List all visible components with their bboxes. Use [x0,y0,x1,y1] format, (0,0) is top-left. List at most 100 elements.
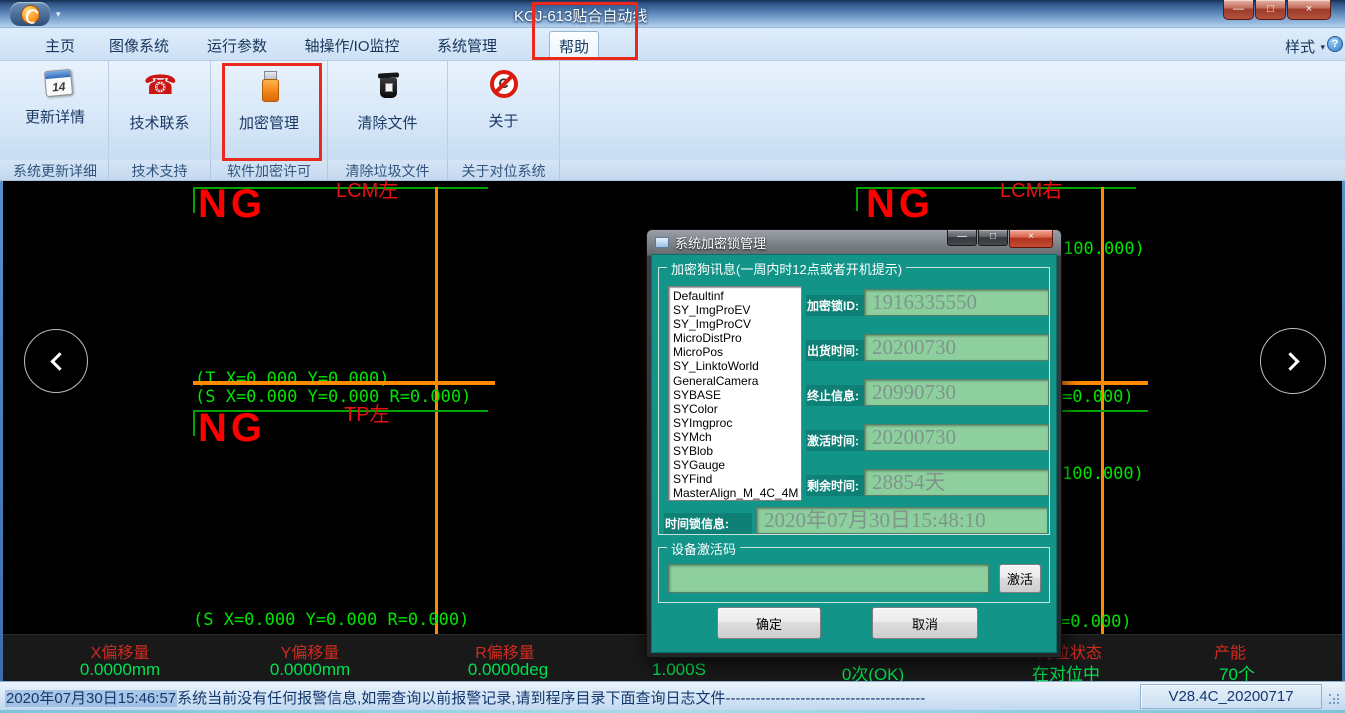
tab-run-params[interactable]: 运行参数 [194,31,280,60]
list-item[interactable]: MicroDistPro [673,331,801,345]
expire-info-label: 终止信息: [806,385,868,406]
cancel-button[interactable]: 取消 [872,607,978,639]
coords-readout: =0.000) [1062,388,1134,407]
roi-line [193,410,195,436]
module-listbox[interactable]: Defaultinf SY_ImgProEV SY_ImgProCV Micro… [668,286,802,501]
dialog-title: 系统加密锁管理 [675,233,766,252]
coords-readout: (S X=0.000 Y=0.000 R=0.000) [193,611,469,630]
result-ng-label: NG [198,184,266,224]
annotation-box-help-tab [532,2,638,60]
tech-contact-button[interactable]: ☎ 技术联系 [109,61,211,160]
camera-label: TP左 [344,405,390,425]
ribbon-button-label: 更新详情 [25,106,85,127]
activate-button[interactable]: 激活 [999,564,1041,593]
list-item[interactable]: SYImgproc [673,416,801,430]
remaining-time-label: 剩余时间: [806,475,868,496]
list-item[interactable]: MasterAlign_M_4C_4M [673,486,801,500]
window-left-border [0,181,3,681]
group-label: 技术支持 [109,160,211,181]
version-label: V28.4C_20200717 [1140,684,1322,709]
groupbox-label: 加密狗讯息(一周内时12点或者开机提示) [667,259,906,278]
ribbon-group-row: 系统更新详细 技术支持 软件加密许可 清除垃圾文件 关于对位系统 [0,160,1345,181]
tab-home[interactable]: 主页 [34,31,86,60]
list-item[interactable]: SY_LinktoWorld [673,359,801,373]
minimize-button[interactable]: — [1223,0,1254,20]
group-label: 清除垃圾文件 [328,160,448,181]
crosshair-horizontal [1059,381,1148,385]
list-item[interactable]: SYMch [673,430,801,444]
list-item[interactable]: SY_ImgProEV [673,303,801,317]
dialog-maximize-button[interactable]: □ [978,230,1008,246]
list-item[interactable]: SYFind [673,472,801,486]
status-dashes: ---------------------------------------- [725,690,925,707]
trash-icon [372,70,404,102]
list-item[interactable]: SYBASE [673,388,801,402]
lock-id-field: 1916335550 [864,289,1049,316]
camera-label: LCM右 [1000,181,1062,201]
list-item[interactable]: GeneralCamera [673,374,801,388]
alarm-status-message: 2020年07月30日15:46:57系统当前没有任何报警信息,如需查询以前报警… [5,687,925,708]
application-window: ▾ KCJ-613贴合自动线 — □ × 主页 图像系统 运行参数 轴操作/IO… [0,0,1345,713]
quick-access-caret-icon[interactable]: ▾ [56,9,61,20]
list-item[interactable]: SYGauge [673,458,801,472]
list-item[interactable]: MicroPos [673,345,801,359]
dialog-body: 加密狗讯息(一周内时12点或者开机提示) Defaultinf SY_ImgPr… [651,254,1057,653]
metric-value: 0.0000deg [468,660,548,680]
copyright-prohibited-icon: C [490,70,520,100]
list-item[interactable]: SYBlob [673,444,801,458]
result-ng-label: NG [198,408,266,448]
ribbon-button-label: 关于 [488,110,518,131]
metric-value: 1.000S [652,660,706,680]
metric-value: 0.0000mm [80,660,160,680]
time-lock-field: 2020年07月30日15:48:10 [756,507,1048,534]
maximize-button[interactable]: □ [1255,0,1286,20]
chevron-right-icon [1281,352,1299,370]
time-lock-label: 时间锁信息: [664,513,752,534]
list-item[interactable]: SY_ImgProCV [673,317,801,331]
expire-info-field: 20990730 [864,379,1049,406]
crosshair-horizontal [193,381,495,385]
status-bar: 2020年07月30日15:46:57系统当前没有任何报警信息,如需查询以前报警… [0,681,1345,710]
coords-readout: 100.000) [1063,240,1145,259]
app-menu-button[interactable] [10,2,50,26]
about-button[interactable]: C 关于 [448,61,560,160]
status-message-text: 系统当前没有任何报警信息,如需查询以前报警记录,请到程序目录下面查询日志文件 [177,690,725,707]
update-details-button[interactable]: 14 更新详情 [2,61,109,160]
style-menu[interactable]: 样式 [1285,36,1315,57]
coords-readout: (S X=0.000 Y=0.000 R=0.000) [195,388,471,407]
coords-readout: =0.000) [1060,613,1132,632]
camera-label: LCM左 [336,181,398,201]
activation-code-input[interactable] [668,564,989,593]
remaining-time-field: 28854天 [864,469,1049,496]
next-camera-button[interactable] [1260,328,1326,394]
roi-line [856,187,858,211]
title-bar: ▾ KCJ-613贴合自动线 — □ × [0,0,1345,28]
chevron-left-icon [50,352,68,370]
status-timestamp: 2020年07月30日15:46:57 [5,690,177,707]
tab-image-system[interactable]: 图像系统 [96,31,182,60]
encryption-lock-dialog: 系统加密锁管理 — □ × 加密狗讯息(一周内时12点或者开机提示) Defau… [646,229,1062,658]
list-item[interactable]: Defaultinf [673,289,801,303]
dialog-icon [655,237,669,248]
prev-camera-button[interactable] [24,329,88,393]
annotation-box-encryption-button [222,63,322,161]
clear-files-button[interactable]: 清除文件 [328,61,448,160]
group-label: 关于对位系统 [448,160,560,181]
style-caret-icon[interactable]: ▾ [1320,42,1325,53]
close-button[interactable]: × [1287,0,1331,20]
ribbon-panel: 14 更新详情 ☎ 技术联系 加密管理 清除文件 C 关于 [0,61,1345,160]
metric-value: 0.0000mm [270,660,350,680]
help-icon[interactable]: ? [1327,36,1343,52]
list-item[interactable]: SYColor [673,402,801,416]
dialog-close-button[interactable]: × [1009,230,1053,248]
resize-grip[interactable] [1329,694,1341,706]
tab-system-mgmt[interactable]: 系统管理 [424,31,510,60]
groupbox-label: 设备激活码 [667,539,740,558]
coords-readout: 100.000) [1062,465,1144,484]
ok-button[interactable]: 确定 [717,607,821,639]
dialog-minimize-button[interactable]: — [947,230,977,246]
ribbon-button-label: 清除文件 [357,112,417,133]
ship-date-label: 出货时间: [806,340,868,361]
tab-axis-io[interactable]: 轴操作/IO监控 [292,31,412,60]
ribbon-button-label: 技术联系 [129,112,189,133]
